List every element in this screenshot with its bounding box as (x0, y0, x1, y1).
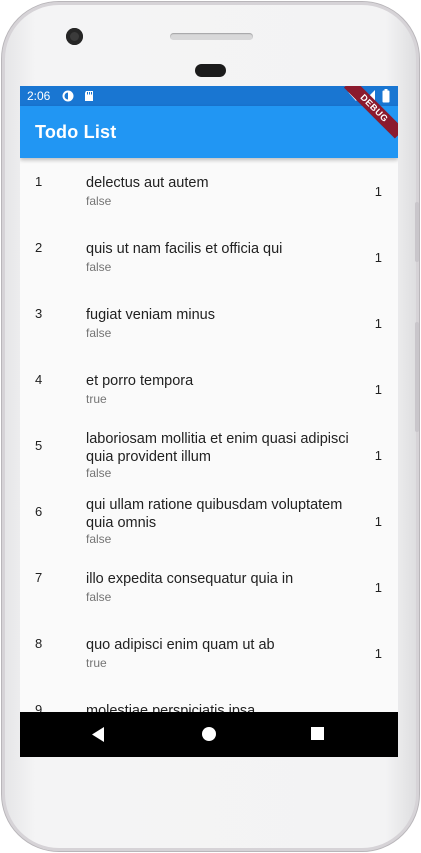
todo-title: illo expedita consequatur quia in (86, 571, 294, 587)
todo-completed: true (86, 656, 107, 670)
todo-completed: false (86, 326, 112, 340)
status-bar: 2:06 (20, 86, 398, 106)
todo-completed: false (86, 260, 112, 274)
todo-title: et porro tempora (86, 373, 194, 389)
home-icon[interactable] (201, 726, 217, 742)
todo-id: 9 (35, 702, 43, 712)
device-screen: 2:06 Todo List DEBUG 1 delectus aut aute… (20, 86, 398, 757)
todo-user-id: 1 (374, 514, 382, 529)
todo-title: fugiat veniam minus (86, 307, 215, 323)
sd-card-icon (85, 91, 93, 101)
navigation-bar (20, 712, 398, 757)
todo-id: 4 (35, 372, 43, 387)
sync-icon (62, 90, 74, 102)
todo-user-id: 1 (374, 448, 382, 463)
list-item[interactable]: 4 et porro tempora true 1 (20, 356, 398, 422)
list-item[interactable]: 9 molestiae perspiciatis ipsa (20, 686, 398, 712)
todo-user-id: 1 (374, 382, 382, 397)
todo-id: 1 (35, 174, 43, 189)
todo-id: 3 (35, 306, 43, 321)
volume-button (415, 322, 419, 432)
list-item[interactable]: 5 laboriosam mollitia et enim quasi adip… (20, 422, 398, 488)
todo-title: quo adipisci enim quam ut ab (86, 637, 275, 653)
todo-id: 6 (35, 504, 43, 519)
todo-title: qui ullam ratione quibusdam voluptatem q… (86, 497, 343, 531)
todo-id: 5 (35, 438, 43, 453)
status-time: 2:06 (27, 89, 51, 103)
todo-title: molestiae perspiciatis ipsa (86, 703, 256, 712)
todo-list[interactable]: 1 delectus aut autem false 1 2 quis ut n… (20, 158, 398, 712)
todo-user-id: 1 (374, 580, 382, 595)
todo-id: 2 (35, 240, 43, 255)
todo-completed: false (86, 532, 112, 546)
todo-id: 8 (35, 636, 43, 651)
todo-completed: false (86, 194, 112, 208)
proximity-sensor (195, 64, 226, 77)
todo-completed: true (86, 392, 107, 406)
todo-user-id: 1 (374, 250, 382, 265)
front-camera (66, 28, 83, 45)
list-item[interactable]: 2 quis ut nam facilis et officia qui fal… (20, 224, 398, 290)
todo-title: quis ut nam facilis et officia qui (86, 241, 283, 257)
power-button (415, 202, 419, 262)
todo-id: 7 (35, 570, 43, 585)
list-item[interactable]: 6 qui ullam ratione quibusdam voluptatem… (20, 488, 398, 554)
back-icon[interactable] (90, 726, 106, 743)
list-item[interactable]: 8 quo adipisci enim quam ut ab true 1 (20, 620, 398, 686)
todo-title: laboriosam mollitia et enim quasi adipis… (86, 431, 349, 465)
app-bar: Todo List (20, 106, 398, 158)
todo-user-id: 1 (374, 184, 382, 199)
battery-icon (382, 89, 390, 103)
earpiece-speaker (170, 33, 253, 40)
list-item[interactable]: 3 fugiat veniam minus false 1 (20, 290, 398, 356)
todo-completed: false (86, 466, 112, 480)
page-title: Todo List (35, 122, 117, 142)
todo-title: delectus aut autem (86, 175, 209, 191)
todo-completed: false (86, 590, 112, 604)
recents-icon[interactable] (310, 726, 325, 741)
todo-user-id: 1 (374, 646, 382, 661)
list-item[interactable]: 7 illo expedita consequatur quia in fals… (20, 554, 398, 620)
todo-user-id: 1 (374, 316, 382, 331)
list-item[interactable]: 1 delectus aut autem false 1 (20, 158, 398, 224)
